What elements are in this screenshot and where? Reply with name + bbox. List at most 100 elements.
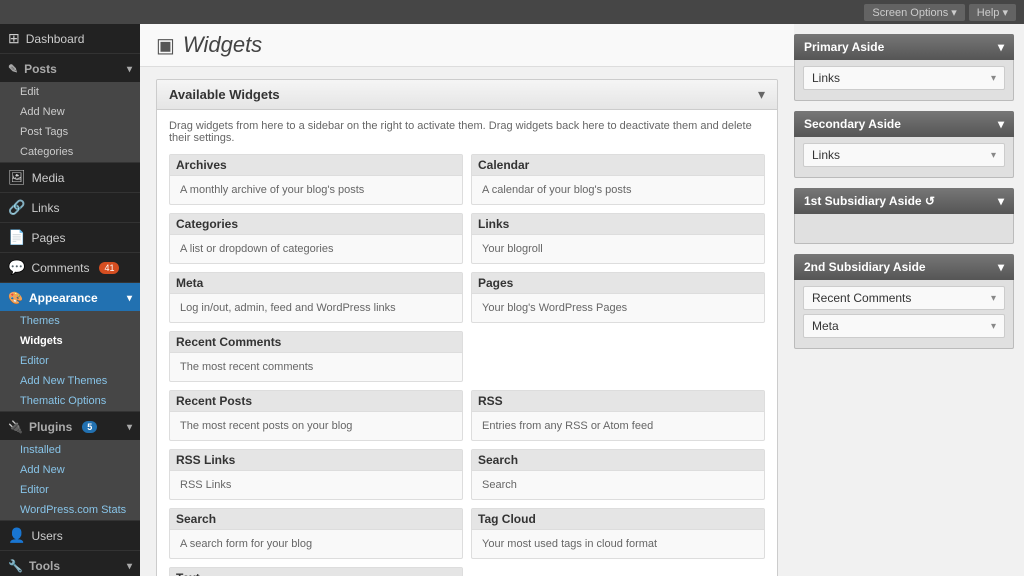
sidebar-section-plugins: 🔌 Plugins 5 ▾ Installed Add New Editor W… [0,412,140,521]
first-subsidiary-aside-header[interactable]: 1st Subsidiary Aside ↺ ▾ [794,188,1014,214]
sidebar-header-appearance[interactable]: 🎨 Appearance ▾ [0,283,140,311]
screen-options-button[interactable]: Screen Options ▾ [864,4,964,21]
widget-categories[interactable]: Categories A list or dropdown of categor… [169,213,463,264]
widget-calendar-desc: A calendar of your blog's posts [482,180,754,198]
second-subsidiary-aside-body: Recent Comments ▾ Meta ▾ [794,280,1014,349]
widget-recent-posts-desc: The most recent posts on your blog [180,416,452,434]
sidebar-item-media[interactable]: 🖼 Media [0,163,140,192]
sidebar-item-plugin-editor[interactable]: Editor [0,480,140,500]
sidebar-section-dashboard: ⊞ Dashboard [0,24,140,54]
sidebar-item-dashboard[interactable]: ⊞ Dashboard [0,24,140,53]
second-subsidiary-recent-comments-arrow-icon: ▾ [991,293,996,304]
sidebar-item-links[interactable]: 🔗 Links [0,193,140,222]
sidebar-item-themes[interactable]: Themes [0,311,140,331]
second-subsidiary-aside-title: 2nd Subsidiary Aside [804,260,926,274]
primary-aside-header[interactable]: Primary Aside ▾ [794,34,1014,60]
help-button[interactable]: Help ▾ [969,4,1016,21]
second-subsidiary-aside-panel: 2nd Subsidiary Aside ▾ Recent Comments ▾… [794,254,1014,349]
plugins-badge: 5 [82,421,97,433]
secondary-aside-arrow-icon: ▾ [998,117,1004,131]
sidebar-section-posts: ✎ Posts ▾ Edit Add New Post Tags Categor… [0,54,140,163]
primary-aside-body: Links ▾ [794,60,1014,101]
available-widgets-panel: Available Widgets ▾ Drag widgets from he… [156,79,778,576]
secondary-aside-links-widget[interactable]: Links ▾ [803,143,1005,167]
widget-pages-title: Pages [472,273,764,294]
widget-pages[interactable]: Pages Your blog's WordPress Pages [471,272,765,323]
widget-search-right[interactable]: Search Search [471,449,765,500]
sidebar-item-categories[interactable]: Categories [0,142,140,162]
posts-arrow-icon: ▾ [127,64,132,75]
widget-links-desc: Your blogroll [482,239,754,257]
second-subsidiary-aside-header[interactable]: 2nd Subsidiary Aside ▾ [794,254,1014,280]
secondary-aside-panel: Secondary Aside ▾ Links ▾ [794,111,1014,178]
widget-rss-desc: Entries from any RSS or Atom feed [482,416,754,434]
widget-search-right-desc: Search [482,475,754,493]
widget-meta-desc: Log in/out, admin, feed and WordPress li… [180,298,452,316]
plugins-icon: 🔌 [8,420,23,434]
sidebar-item-add-new-plugin[interactable]: Add New [0,460,140,480]
widget-text[interactable]: Text Arbitrary text or HTML [169,567,463,576]
widget-tag-cloud-title: Tag Cloud [472,509,764,530]
sidebar-header-plugins[interactable]: 🔌 Plugins 5 ▾ [0,412,140,440]
widget-archives[interactable]: Archives A monthly archive of your blog'… [169,154,463,205]
sidebar-item-thematic-options[interactable]: Thematic Options [0,391,140,411]
sidebar-item-wp-stats[interactable]: WordPress.com Stats [0,500,140,520]
secondary-aside-header[interactable]: Secondary Aside ▾ [794,111,1014,137]
first-subsidiary-aside-arrow-icon: ▾ [998,194,1004,208]
sidebar-item-widgets[interactable]: Widgets [0,331,140,351]
second-subsidiary-recent-comments-label: Recent Comments [812,291,911,305]
app-layout: ⊞ Dashboard ✎ Posts ▾ Edit Add New Post … [0,24,1024,576]
plugins-arrow-icon: ▾ [127,422,132,433]
widget-recent-posts[interactable]: Recent Posts The most recent posts on yo… [169,390,463,441]
widget-search[interactable]: Search A search form for your blog [169,508,463,559]
links-icon: 🔗 [8,199,25,216]
widget-search-right-title: Search [472,450,764,471]
pages-label: Pages [31,231,65,245]
appearance-arrow-icon: ▾ [127,293,132,304]
second-subsidiary-meta-widget[interactable]: Meta ▾ [803,314,1005,338]
widget-calendar[interactable]: Calendar A calendar of your blog's posts [471,154,765,205]
primary-aside-arrow-icon: ▾ [998,40,1004,54]
page-title: Widgets [183,32,262,58]
sidebar-section-users: 👤 Users [0,521,140,551]
available-widgets-body: Drag widgets from here to a sidebar on t… [157,110,777,576]
posts-label: Posts [24,62,57,76]
sidebar-item-editor[interactable]: Editor [0,351,140,371]
sidebar-item-comments[interactable]: 💬 Comments 41 [0,253,140,282]
available-widgets-header[interactable]: Available Widgets ▾ [157,80,777,110]
sidebar-header-tools[interactable]: 🔧 Tools ▾ [0,551,140,576]
sidebar-item-add-new-post[interactable]: Add New [0,102,140,122]
sidebar-item-installed[interactable]: Installed [0,440,140,460]
sidebar-header-posts[interactable]: ✎ Posts ▾ [0,54,140,82]
sidebar-item-edit[interactable]: Edit [0,82,140,102]
pages-icon: 📄 [8,229,25,246]
sidebar-item-post-tags[interactable]: Post Tags [0,122,140,142]
widget-search-desc: A search form for your blog [180,534,452,552]
widget-rss[interactable]: RSS Entries from any RSS or Atom feed [471,390,765,441]
widget-meta[interactable]: Meta Log in/out, admin, feed and WordPre… [169,272,463,323]
primary-aside-links-widget[interactable]: Links ▾ [803,66,1005,90]
widget-tag-cloud[interactable]: Tag Cloud Your most used tags in cloud f… [471,508,765,559]
sidebar-section-media: 🖼 Media [0,163,140,193]
sidebar-section-tools: 🔧 Tools ▾ Tools Import [0,551,140,576]
sidebar-item-pages[interactable]: 📄 Pages [0,223,140,252]
widget-archives-desc: A monthly archive of your blog's posts [180,180,452,198]
widget-calendar-title: Calendar [472,155,764,176]
widget-text-title: Text [170,568,462,576]
sidebar-section-comments: 💬 Comments 41 [0,253,140,283]
second-subsidiary-recent-comments-widget[interactable]: Recent Comments ▾ [803,286,1005,310]
widgets-page-icon: ▣ [156,33,175,58]
widget-links[interactable]: Links Your blogroll [471,213,765,264]
secondary-links-arrow-icon: ▾ [991,150,996,161]
secondary-aside-body: Links ▾ [794,137,1014,178]
available-widgets-description: Drag widgets from here to a sidebar on t… [169,120,765,144]
sidebar-item-add-new-themes[interactable]: Add New Themes [0,371,140,391]
sidebar-section-appearance: 🎨 Appearance ▾ Themes Widgets Editor Add… [0,283,140,412]
top-bar: Screen Options ▾ Help ▾ [0,0,1024,24]
widget-rss-links[interactable]: RSS Links RSS Links [169,449,463,500]
sidebar-item-users[interactable]: 👤 Users [0,521,140,550]
widget-recent-comments[interactable]: Recent Comments The most recent comments [169,331,463,382]
widget-archives-title: Archives [170,155,462,176]
available-widgets-title: Available Widgets [169,87,280,102]
appearance-label: Appearance [29,291,98,305]
